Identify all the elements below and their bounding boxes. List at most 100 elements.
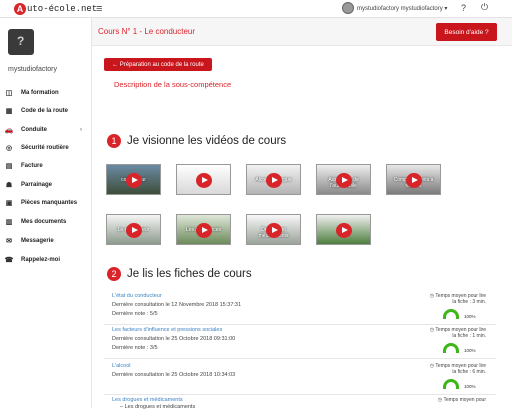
course-sheet-link[interactable]: Les facteurs d'influence et pressions so… xyxy=(112,327,222,333)
shield-icon: ◎ xyxy=(5,145,13,152)
reading-time: ◷ Temps moyen pour xyxy=(437,397,486,403)
reading-time: ◷ Temps moyen pour lire la fiche : 6 min… xyxy=(429,363,486,375)
divider xyxy=(104,324,496,325)
video-thumbnail[interactable]: Le conducteur xyxy=(106,214,161,245)
invoice-icon: ▤ xyxy=(5,163,13,170)
play-icon xyxy=(266,173,282,188)
section-number-badge: 1 xyxy=(107,134,121,148)
sidebar-item-mes-documents[interactable]: ▥ Mes documents xyxy=(4,215,90,229)
course-sheet-link[interactable]: L'alcool xyxy=(112,363,130,369)
video-thumbnail[interactable] xyxy=(316,214,371,245)
sidebar-item-label: Messagerie xyxy=(21,238,54,244)
sidebar-item-label: Sécurité routière xyxy=(21,145,69,151)
logo-mark: A xyxy=(14,3,26,15)
sidebar-item-securite-routiere[interactable]: ◎ Sécurité routière xyxy=(4,141,90,155)
clock-icon: ◷ xyxy=(429,327,435,333)
top-bar: A uto-école.net ≡ mystudiofactory mystud… xyxy=(0,0,512,18)
back-to-preparation-button[interactable]: ← Préparation au code de la route xyxy=(104,58,212,71)
video-thumbnail[interactable]: Drogues et médicaments xyxy=(246,214,301,245)
envelope-icon: ✉ xyxy=(6,238,12,245)
video-thumbnail[interactable]: Les assurances xyxy=(176,214,231,245)
page-header: Cours N° 1 - Le conducteur Besoin d'aide… xyxy=(92,18,512,46)
play-icon xyxy=(336,173,352,188)
sidebar-item-label: Conduite xyxy=(21,127,47,133)
video-thumbnail[interactable]: Comportements à risques xyxy=(386,164,441,195)
progress-percent: 100% xyxy=(464,384,476,389)
logo[interactable]: A uto-école.net xyxy=(14,2,97,16)
help-question-icon[interactable]: ? xyxy=(461,3,466,13)
car-icon: 🚗 xyxy=(4,127,14,134)
power-icon[interactable]: ⏻ xyxy=(481,2,488,13)
play-icon xyxy=(406,173,422,188)
section-title-text: Je visionne les vidéos de cours xyxy=(127,135,287,147)
user-menu-label: mystudiofactory mystudiofactory ▾ xyxy=(357,5,448,12)
sidebar: mystudiofactory ◫ Ma formation ▦ Code de… xyxy=(0,18,92,408)
reading-time: ◷ Temps moyen pour lire la fiche : 1 min… xyxy=(429,327,486,339)
user-avatar xyxy=(342,2,354,14)
last-note: Dernière note : 5/5 xyxy=(112,311,158,317)
play-icon xyxy=(336,223,352,238)
section-number-badge: 2 xyxy=(107,267,121,281)
progress-gauge xyxy=(443,309,459,319)
clock-icon: ◷ xyxy=(429,363,435,369)
sidebar-item-label: Rappelez-moi xyxy=(21,257,61,263)
last-consultation: Dernière consultation le 25 Octobre 2018… xyxy=(112,336,236,342)
play-icon xyxy=(126,223,142,238)
video-thumbnail[interactable]: Assurance de l'automobile xyxy=(316,164,371,195)
video-thumbnail[interactable] xyxy=(176,164,231,195)
last-consultation: Dernière consultation le 25 Octobre 2018… xyxy=(112,372,236,378)
sidebar-item-parrainage[interactable]: ☗ Parrainage xyxy=(4,178,90,192)
course-sheet-link[interactable]: Les drogues et médicaments xyxy=(112,397,183,403)
sidebar-item-label: Facture xyxy=(21,163,43,169)
progress-percent: 100% xyxy=(464,348,476,353)
clock-icon: ◷ xyxy=(437,397,443,403)
section-fiches-title: 2 Je lis les fiches de cours xyxy=(107,267,252,281)
sidebar-item-code-de-la-route[interactable]: ▦ Code de la route xyxy=(4,104,90,118)
last-note: Dernière note : 3/5 xyxy=(112,345,158,351)
folder-icon: ▥ xyxy=(5,219,13,226)
sidebar-item-pieces-manquantes[interactable]: ▣ Pièces manquantes xyxy=(4,196,90,210)
users-icon: ☗ xyxy=(5,182,13,189)
user-menu[interactable]: mystudiofactory mystudiofactory ▾ xyxy=(342,2,447,14)
sidebar-item-label: Parrainage xyxy=(21,182,53,188)
profile-avatar xyxy=(8,29,34,55)
help-button[interactable]: Besoin d'aide ? xyxy=(436,23,497,41)
play-icon xyxy=(126,173,142,188)
progress-gauge xyxy=(443,379,459,389)
logo-text: uto-école.net xyxy=(27,4,98,14)
phone-icon: ☎ xyxy=(4,257,14,264)
menu-toggle-icon[interactable]: ≡ xyxy=(96,3,102,15)
progress-percent: 100% xyxy=(464,314,476,319)
chevron-right-icon: › xyxy=(80,127,82,133)
play-icon xyxy=(196,173,212,188)
sidebar-item-label: Code de la route xyxy=(21,108,69,114)
play-icon xyxy=(196,223,212,238)
last-consultation: Dernière consultation le 12 Novembre 201… xyxy=(112,302,242,308)
sidebar-item-label: Mes documents xyxy=(21,219,67,225)
page-title: Cours N° 1 - Le conducteur xyxy=(98,27,196,36)
section-videos-title: 1 Je visionne les vidéos de cours xyxy=(107,134,286,148)
sidebar-item-label: Pièces manquantes xyxy=(21,200,78,206)
reading-time: ◷ Temps moyen pour lire la fiche : 3 min… xyxy=(429,293,486,305)
sidebar-item-facture[interactable]: ▤ Facture xyxy=(4,159,90,173)
subcompetence-description-link[interactable]: Description de la sous-compétence xyxy=(114,80,231,89)
sidebar-item-ma-formation[interactable]: ◫ Ma formation xyxy=(4,86,90,100)
divider xyxy=(104,394,496,395)
clock-icon: ◷ xyxy=(429,293,435,299)
road-sign-icon: ▦ xyxy=(5,108,13,115)
last-consultation: – Les drogues et médicaments xyxy=(120,404,196,410)
video-thumbnail[interactable]: Alcool et drogue xyxy=(246,164,301,195)
document-missing-icon: ▣ xyxy=(5,200,13,207)
sidebar-item-label: Ma formation xyxy=(21,90,59,96)
sidebar-item-rappelez-moi[interactable]: ☎ Rappelez-moi xyxy=(4,253,90,267)
progress-gauge xyxy=(443,343,459,353)
video-thumbnail[interactable]: conducteur xyxy=(106,164,161,195)
sidebar-username: mystudiofactory xyxy=(8,66,58,73)
book-icon: ◫ xyxy=(5,90,13,97)
sidebar-item-conduite[interactable]: 🚗 Conduite › xyxy=(4,123,90,137)
play-icon xyxy=(266,223,282,238)
sidebar-item-messagerie[interactable]: ✉ Messagerie xyxy=(4,234,90,248)
course-sheet-link[interactable]: L'état du conducteur xyxy=(112,293,162,299)
section-title-text: Je lis les fiches de cours xyxy=(127,268,252,280)
divider xyxy=(104,358,496,359)
